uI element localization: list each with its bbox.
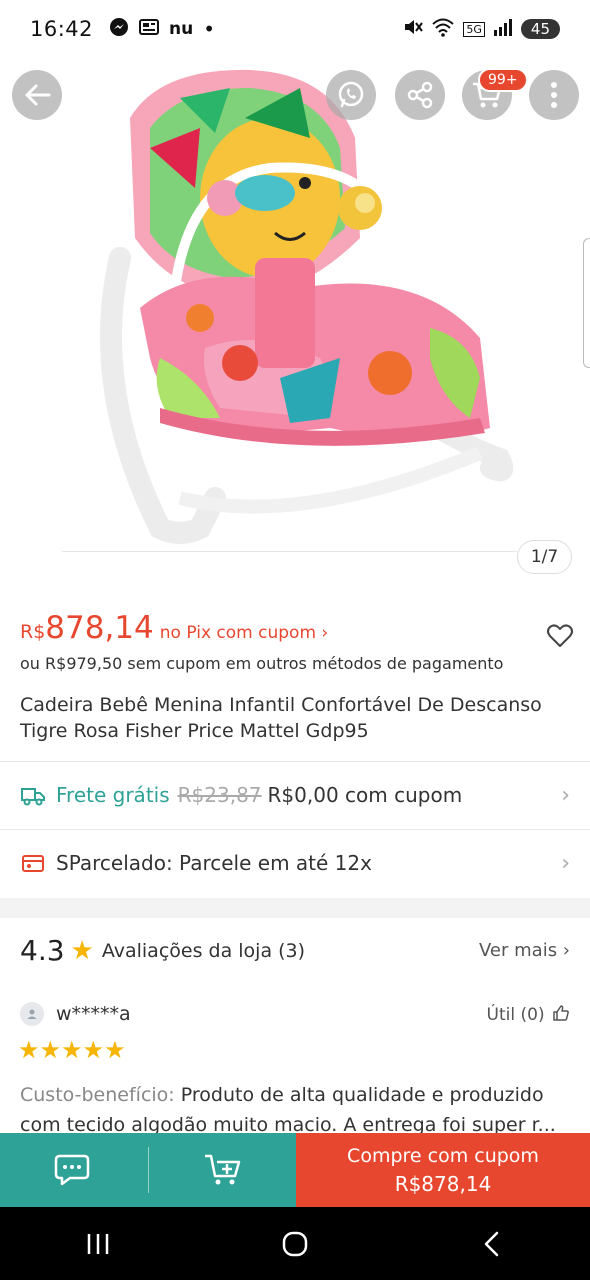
shipping-old-price: R$23,87 xyxy=(177,783,262,807)
buy-price: R$878,14 xyxy=(394,1172,492,1196)
nu-icon: nu xyxy=(169,19,194,39)
heart-icon xyxy=(547,624,573,647)
chevron-left-icon xyxy=(484,1231,498,1256)
gallery-divider xyxy=(62,551,517,552)
chat-button[interactable] xyxy=(0,1133,148,1207)
signal-icon xyxy=(493,18,513,41)
free-shipping-label: Frete grátis xyxy=(56,783,170,807)
back-button[interactable] xyxy=(12,70,62,120)
share-button[interactable] xyxy=(395,70,445,120)
action-bar: Compre com cupom R$878,14 xyxy=(0,1133,590,1207)
useful-label: Útil (0) xyxy=(486,1004,545,1025)
price-row: R$ 878,14 no Pix com cupom › xyxy=(20,610,328,646)
side-scroll-handle[interactable] xyxy=(583,238,590,368)
reviewer-name: w*****a xyxy=(56,1003,131,1025)
home-icon xyxy=(282,1231,308,1256)
review-text: Custo-benefício: Produto de alta qualida… xyxy=(20,1080,570,1140)
buy-label: Compre com cupom xyxy=(347,1145,539,1167)
news-icon xyxy=(139,17,160,41)
product-gallery[interactable]: 99+ 1/7 xyxy=(0,58,590,588)
favorite-button[interactable] xyxy=(546,622,574,650)
status-bar: 16:42 nu • 5G 45 xyxy=(0,0,590,58)
messenger-icon xyxy=(109,17,129,42)
rating-label: Avaliações da loja (3) xyxy=(101,939,306,962)
status-right: 5G 45 xyxy=(403,17,560,42)
review-header: w*****a Útil (0) xyxy=(20,1002,570,1026)
store-rating-row: 4.3 ★ Avaliações da loja (3) Ver mais › xyxy=(20,934,570,967)
arrow-left-icon xyxy=(25,84,51,106)
shipping-row[interactable]: Frete grátis R$23,87 R$0,00 com cupom › xyxy=(0,762,590,828)
shipping-new-price: R$0,00 com cupom xyxy=(267,783,463,807)
status-time: 16:42 xyxy=(30,17,94,41)
section-separator xyxy=(0,898,590,918)
wifi-icon xyxy=(431,17,455,42)
cart-add-icon xyxy=(204,1154,240,1185)
chevron-right-icon: › xyxy=(561,850,570,876)
thumbs-up-icon xyxy=(553,1004,569,1021)
chevron-right-icon: › xyxy=(561,782,570,808)
image-counter: 1/7 xyxy=(517,540,572,574)
buy-with-coupon-button[interactable]: Compre com cupom R$878,14 xyxy=(296,1133,590,1207)
avatar xyxy=(20,1002,44,1026)
pix-coupon-link[interactable]: no Pix com cupom › xyxy=(160,623,328,643)
installments-row[interactable]: SParcelado: Parcele em até 12x › xyxy=(0,830,590,896)
price-currency: R$ xyxy=(20,621,46,643)
system-navigation-bar xyxy=(0,1207,590,1280)
battery-indicator: 45 xyxy=(520,19,560,39)
network-label: 5G xyxy=(463,21,485,37)
recent-apps-icon xyxy=(88,1233,109,1254)
home-button[interactable] xyxy=(265,1230,325,1258)
see-more-link[interactable]: Ver mais › xyxy=(479,940,570,961)
mute-icon xyxy=(403,17,424,42)
chat-icon xyxy=(54,1154,90,1186)
product-image xyxy=(100,69,514,544)
more-vertical-icon xyxy=(551,82,557,108)
whatsapp-share-button[interactable] xyxy=(326,70,376,120)
user-icon xyxy=(27,1009,37,1019)
whatsapp-icon xyxy=(338,81,364,108)
installments-label: SParcelado: Parcele em até 12x xyxy=(56,851,372,875)
recent-apps-button[interactable] xyxy=(68,1232,128,1256)
truck-icon xyxy=(21,788,45,806)
add-to-cart-button[interactable] xyxy=(149,1133,296,1207)
status-dot: • xyxy=(203,17,216,41)
more-options-button[interactable] xyxy=(529,70,579,120)
rating-score: 4.3 xyxy=(20,934,65,967)
review-category: Custo-benefício: xyxy=(20,1084,175,1106)
cart-count-badge: 99+ xyxy=(478,68,528,92)
alternative-price: ou R$979,50 sem cupom em outros métodos … xyxy=(20,654,504,673)
review-stars: ★★★★★ xyxy=(18,1036,126,1064)
system-back-button[interactable] xyxy=(462,1231,522,1257)
status-left: 16:42 nu • xyxy=(30,17,215,42)
useful-button[interactable]: Útil (0) xyxy=(487,1004,570,1025)
installments-icon xyxy=(22,855,44,872)
product-title: Cadeira Bebê Menina Infantil Confortável… xyxy=(20,694,542,742)
price-value: 878,14 xyxy=(45,610,154,646)
share-icon xyxy=(407,81,433,109)
star-icon: ★ xyxy=(70,935,94,966)
